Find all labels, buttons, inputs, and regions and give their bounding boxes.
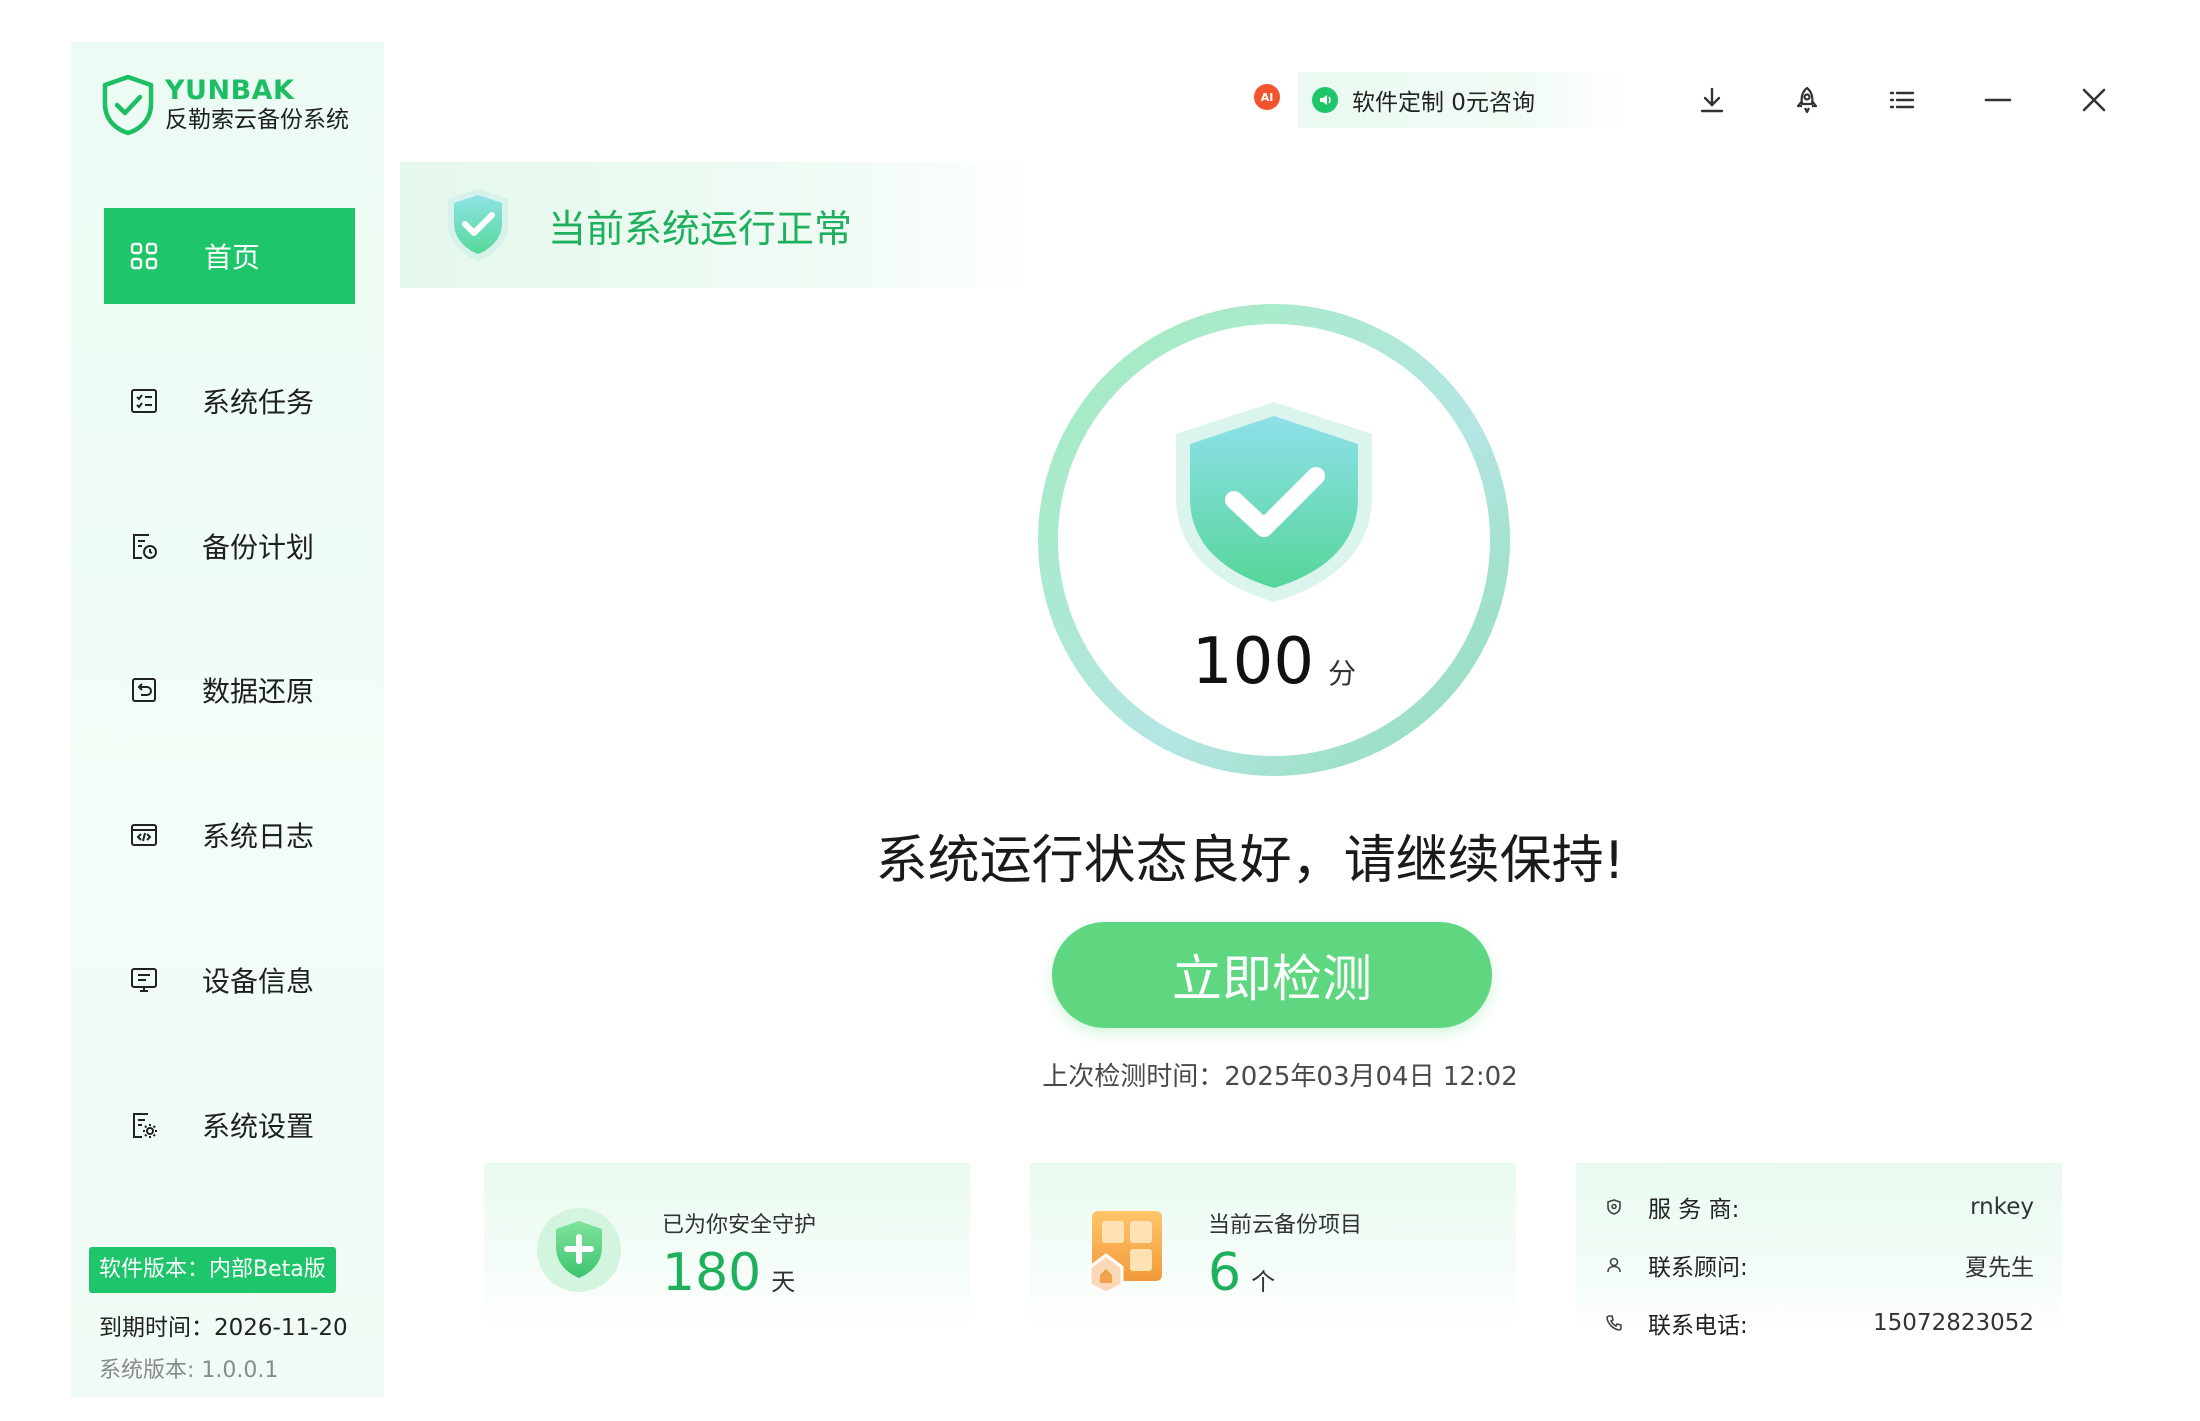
rocket-icon: [1796, 86, 1818, 114]
status-banner-text: 当前系统运行正常: [548, 206, 853, 251]
menu-button[interactable]: [1880, 78, 1924, 122]
sidebar: YUNBAK 反勒索云备份系统 首页 系统任务 备份计划 数据还原 系统日志 设…: [71, 42, 384, 1397]
version-badge: 软件版本：内部Beta版: [89, 1247, 336, 1293]
advisor-value: 夏先生: [1965, 1255, 2034, 1281]
sidebar-item-label: 系统设置: [202, 1110, 315, 1143]
rocket-button[interactable]: [1785, 78, 1829, 122]
backup-value-row: 6个: [1208, 1243, 1275, 1303]
task-list-icon: [128, 385, 160, 417]
backup-count-value: 6: [1208, 1243, 1242, 1303]
minimize-icon: [1984, 98, 2012, 102]
sidebar-item-restore[interactable]: 数据还原: [104, 642, 355, 738]
sidebar-item-label: 首页: [204, 241, 261, 274]
advisor-label: 联系顾问:: [1648, 1255, 1748, 1281]
phone-icon: [1604, 1313, 1624, 1333]
score-value: 100: [1191, 625, 1315, 699]
sidebar-item-tasks[interactable]: 系统任务: [104, 353, 355, 449]
last-check-time: 上次检测时间：2025年03月04日 12:02: [1042, 1062, 1518, 1092]
grid-icon: [128, 240, 160, 272]
cloud-backup-icon: [1088, 1211, 1162, 1295]
sidebar-item-label: 备份计划: [202, 531, 315, 564]
score-ring: [1038, 304, 1510, 776]
sidebar-item-backup-plan[interactable]: 备份计划: [104, 498, 355, 594]
phone-row: 联系电话: 15072823052: [1604, 1303, 2034, 1343]
provider-value: rnkey: [1970, 1194, 2034, 1220]
close-icon: [2082, 88, 2106, 112]
system-version: 系统版本: 1.0.0.1: [99, 1358, 279, 1383]
person-icon: [1604, 1255, 1624, 1275]
check-shield-icon: [448, 189, 508, 261]
download-button[interactable]: [1690, 78, 1734, 122]
menu-icon: [1889, 91, 1915, 109]
backup-count-unit: 个: [1251, 1268, 1276, 1296]
backup-label: 当前云备份项目: [1208, 1213, 1363, 1238]
protect-label: 已为你安全守护: [662, 1213, 817, 1238]
speaker-icon: [1312, 87, 1338, 113]
app-brand: YUNBAK: [165, 75, 295, 106]
backup-items-card: 当前云备份项目 6个: [1030, 1163, 1516, 1333]
protect-days-value: 180: [662, 1243, 762, 1303]
protect-days-unit: 天: [771, 1268, 796, 1296]
log-icon: [128, 819, 160, 851]
sidebar-item-label: 系统任务: [202, 386, 315, 419]
status-message: 系统运行状态良好，请继续保持!: [875, 831, 1625, 891]
protect-value-row: 180 天: [662, 1243, 795, 1303]
app-subtitle: 反勒索云备份系统: [165, 107, 349, 133]
ai-badge[interactable]: AI: [1254, 84, 1280, 110]
plus-shield-icon: [537, 1208, 621, 1292]
sidebar-item-label: 数据还原: [202, 675, 315, 708]
download-icon: [1700, 87, 1724, 113]
score-unit: 分: [1328, 657, 1357, 690]
sidebar-item-settings[interactable]: 系统设置: [104, 1077, 355, 1173]
provider-label: 服 务 商:: [1648, 1197, 1740, 1223]
expiry-date: 到期时间：2026-11-20: [99, 1315, 348, 1341]
shield-logo-icon: [102, 74, 154, 136]
consult-text: 软件定制 0元咨询: [1352, 90, 1535, 116]
sidebar-item-home[interactable]: 首页: [104, 208, 355, 304]
sidebar-item-label: 设备信息: [202, 965, 315, 998]
sidebar-item-label: 系统日志: [202, 820, 315, 853]
score-display: 100 分: [1036, 625, 1512, 699]
provider-row: 服 务 商: rnkey: [1604, 1187, 2034, 1227]
backup-plan-icon: [128, 530, 160, 562]
provider-icon: [1604, 1197, 1624, 1217]
advisor-row: 联系顾问: 夏先生: [1604, 1245, 2034, 1285]
protect-days-card: 已为你安全守护 180 天: [484, 1163, 970, 1333]
minimize-button[interactable]: [1976, 78, 2020, 122]
consult-banner[interactable]: 软件定制 0元咨询: [1298, 72, 1628, 128]
app-logo: YUNBAK 反勒索云备份系统: [101, 74, 349, 136]
service-info-card: 服 务 商: rnkey 联系顾问: 夏先生 联系电话: 15072823052: [1576, 1163, 2062, 1339]
settings-icon: [128, 1109, 160, 1141]
status-banner: 当前系统运行正常: [400, 162, 1040, 288]
phone-label: 联系电话:: [1648, 1313, 1748, 1339]
monitor-icon: [128, 964, 160, 996]
check-now-button[interactable]: 立即检测: [1052, 922, 1492, 1028]
phone-value: 15072823052: [1873, 1310, 2034, 1336]
sidebar-item-device-info[interactable]: 设备信息: [104, 932, 355, 1028]
sidebar-item-logs[interactable]: 系统日志: [104, 787, 355, 883]
close-button[interactable]: [2072, 78, 2116, 122]
restore-icon: [128, 674, 160, 706]
